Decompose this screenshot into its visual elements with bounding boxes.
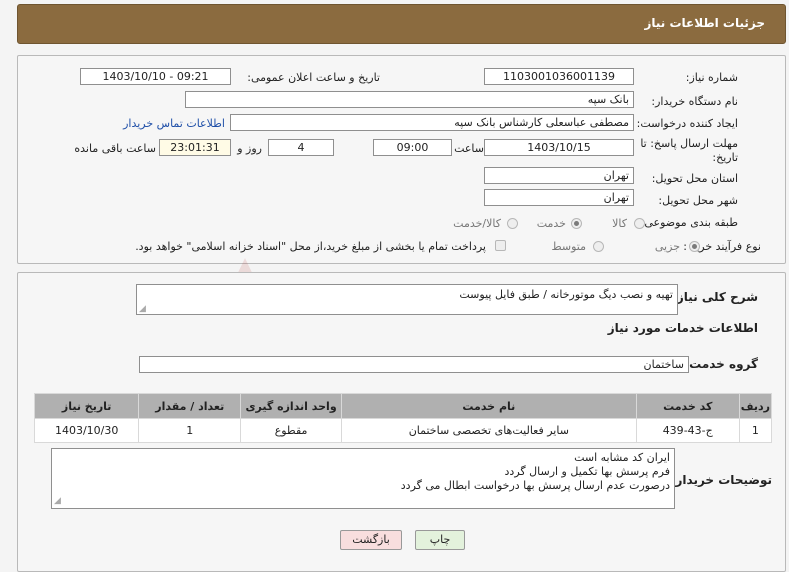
summary-text: تهیه و نصب دیگ موتورخانه / طبق فایل پیوس…	[459, 288, 673, 301]
summary-label: شرح کلی نیاز:	[672, 290, 758, 304]
col-header-service-code: کد خدمت	[635, 393, 740, 419]
col-header-quantity: تعداد / مقدار	[138, 393, 242, 419]
need-number-field: 1103001036001139	[484, 68, 634, 85]
process-option-medium: متوسط	[551, 240, 586, 253]
service-group-field: ساختمان	[139, 356, 689, 373]
resize-grip-icon[interactable]: ◢	[54, 494, 61, 508]
buyer-org-label: نام دستگاه خریدار:	[651, 95, 738, 108]
days-label: روز و	[237, 142, 262, 155]
page-header: جزئیات اطلاعات نیاز	[17, 4, 786, 44]
cell-service-name: سایر فعالیت‌های تخصصی ساختمان	[340, 418, 637, 443]
need-number-label: شماره نیاز:	[685, 71, 738, 84]
print-button[interactable]: چاپ	[415, 530, 465, 550]
table-row: 1 ج-43-439 سایر فعالیت‌های تخصصی ساختمان…	[33, 418, 773, 443]
col-header-service-name: نام خدمت	[340, 393, 637, 419]
buyer-org-field: بانک سپه	[185, 91, 634, 108]
remaining-time-field: 23:01:31	[159, 139, 231, 156]
category-option-service: خدمت	[536, 217, 566, 230]
table-header-row: ردیف کد خدمت نام خدمت واحد اندازه گیری ت…	[33, 393, 773, 419]
category-option-goods: کالا	[612, 217, 627, 230]
treasury-checkbox[interactable]	[495, 240, 506, 251]
announce-date-field: 1403/10/10 - 09:21	[80, 68, 231, 85]
buyer-notes-line: فرم پرسش بها تکمیل و ارسال گردد	[504, 465, 670, 478]
treasury-note: پرداخت تمام یا بخشی از مبلغ خرید،از محل …	[135, 240, 486, 253]
deadline-label: مهلت ارسال پاسخ: تا تاریخ:	[640, 137, 738, 164]
creator-field: مصطفی عباسعلی کارشناس بانک سپه	[230, 114, 634, 131]
province-label: استان محل تحویل:	[651, 172, 738, 185]
days-remaining-field: 4	[268, 139, 334, 156]
buyer-notes-line: درصورت عدم ارسال پرسش بها درخواست ابطال …	[400, 479, 670, 492]
city-field: تهران	[484, 189, 634, 206]
buyer-notes-label: توضیحات خریدار:	[670, 473, 772, 487]
services-table: ردیف کد خدمت نام خدمت واحد اندازه گیری ت…	[33, 393, 773, 443]
cell-quantity: 1	[138, 418, 242, 443]
cell-need-date: 1403/10/30	[33, 418, 140, 443]
deadline-time-field: 09:00	[373, 139, 452, 156]
category-radio-service[interactable]	[571, 218, 582, 229]
remaining-time-label: ساعت باقی مانده	[74, 142, 156, 155]
category-label: طبقه بندی موضوعی:	[640, 216, 738, 229]
category-option-goods-service: کالا/خدمت	[453, 217, 501, 230]
announce-date-label: تاریخ و ساعت اعلان عمومی:	[247, 71, 380, 84]
buyer-notes-textarea: ایران کد مشابه است فرم پرسش بها تکمیل و …	[51, 448, 675, 509]
back-button[interactable]: بازگشت	[340, 530, 402, 550]
buyer-contact-link[interactable]: اطلاعات تماس خریدار	[123, 117, 225, 130]
buyer-notes-line: ایران کد مشابه است	[574, 451, 670, 464]
cell-row-number: 1	[738, 418, 773, 443]
services-section-title: اطلاعات خدمات مورد نیاز	[607, 321, 758, 335]
col-header-unit: واحد اندازه گیری	[240, 393, 342, 419]
city-label: شهر محل تحویل:	[658, 194, 738, 207]
category-radio-goods[interactable]	[634, 218, 645, 229]
creator-label: ایجاد کننده درخواست:	[636, 117, 738, 130]
cell-unit: مقطوع	[240, 418, 342, 443]
process-option-minor: جزیی	[654, 240, 680, 253]
page-title: جزئیات اطلاعات نیاز	[644, 16, 765, 30]
resize-grip-icon[interactable]: ◢	[139, 304, 146, 314]
process-radio-medium[interactable]	[593, 241, 604, 252]
deadline-date-field: 1403/10/15	[484, 139, 634, 156]
col-header-need-date: تاریخ نیاز	[33, 393, 140, 419]
col-header-row-number: ردیف	[738, 393, 773, 419]
deadline-time-label: ساعت	[454, 142, 484, 155]
category-radio-goods-service[interactable]	[507, 218, 518, 229]
process-radio-minor[interactable]	[689, 241, 700, 252]
province-field: تهران	[484, 167, 634, 184]
service-group-label: گروه خدمت:	[684, 357, 758, 371]
cell-service-code: ج-43-439	[635, 418, 740, 443]
summary-textarea: تهیه و نصب دیگ موتورخانه / طبق فایل پیوس…	[136, 284, 678, 315]
